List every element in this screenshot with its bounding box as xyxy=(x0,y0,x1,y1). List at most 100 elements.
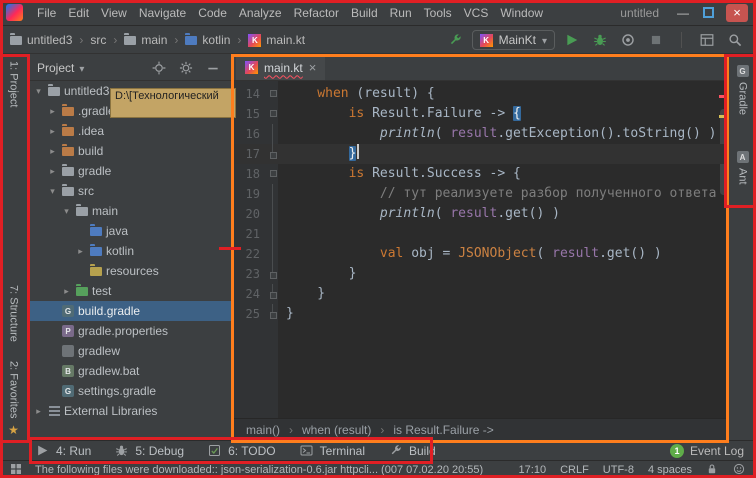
tool-window-button-ant[interactable]: AAnt xyxy=(729,151,756,185)
tree-item-resources[interactable]: resources xyxy=(29,261,232,281)
code-line-22[interactable]: 22val obj = JSONObject( result.get() ) xyxy=(234,244,728,264)
code-line-16[interactable]: 16println( result.getException().toStrin… xyxy=(234,124,728,144)
code-line-19[interactable]: 19// тут реализуете разбор полученного о… xyxy=(234,184,728,204)
code-text: } xyxy=(278,264,356,284)
gear-icon[interactable] xyxy=(175,57,197,79)
tree-item-build[interactable]: ▸build xyxy=(29,141,232,161)
tool-window-switcher-icon[interactable] xyxy=(10,463,23,476)
tree-arrow-icon[interactable]: ▸ xyxy=(47,166,58,177)
menu-run[interactable]: Run xyxy=(384,3,418,23)
breadcrumb-main-kt[interactable]: main.kt xyxy=(248,33,305,47)
tool-window-button-terminal[interactable]: Terminal xyxy=(300,444,365,458)
code-line-24[interactable]: 24} xyxy=(234,284,728,304)
tree-item-kotlin[interactable]: ▸kotlin xyxy=(29,241,232,261)
breadcrumb-main[interactable]: main xyxy=(124,33,167,47)
search-icon[interactable] xyxy=(724,29,746,51)
code-line-18[interactable]: 18is Result.Success -> { xyxy=(234,164,728,184)
tree-item-src[interactable]: ▾src xyxy=(29,181,232,201)
maximize-button[interactable] xyxy=(703,7,714,18)
editor-breadcrumb[interactable]: main() xyxy=(246,423,280,437)
breadcrumb-kotlin[interactable]: kotlin xyxy=(185,33,230,47)
tree-arrow-icon[interactable]: ▸ xyxy=(75,246,86,257)
caret-position-widget[interactable]: 17:10 xyxy=(519,464,547,476)
minimize-button[interactable]: — xyxy=(675,6,691,20)
tree-arrow-icon[interactable]: ▾ xyxy=(61,206,72,217)
tree-arrow-icon[interactable]: ▸ xyxy=(61,286,72,297)
tool-window-button-label: 4: Run xyxy=(56,444,91,458)
breadcrumb-untitled3[interactable]: untitled3 xyxy=(10,33,72,47)
tool-window-button-2-favorites[interactable]: 2: Favorites★ xyxy=(0,361,27,437)
menu-code[interactable]: Code xyxy=(192,3,233,23)
tool-window-button-7-structure[interactable]: 7: Structure xyxy=(0,285,27,342)
tree-item-gradle[interactable]: ▸gradle xyxy=(29,161,232,181)
indent-widget[interactable]: 4 spaces xyxy=(648,464,692,476)
menu-file[interactable]: File xyxy=(31,3,62,23)
code-editor[interactable]: 14when (result) {15is Result.Failure -> … xyxy=(234,81,728,418)
code-line-20[interactable]: 20println( result.get() ) xyxy=(234,204,728,224)
line-number: 18 xyxy=(234,164,266,184)
line-separator-widget[interactable]: CRLF xyxy=(560,464,589,476)
tool-window-button-5-debug[interactable]: 5: Debug xyxy=(115,444,184,458)
gradle-sync-icon[interactable] xyxy=(444,29,466,51)
select-opened-file-icon[interactable] xyxy=(148,57,170,79)
menu-navigate[interactable]: Navigate xyxy=(133,3,192,23)
editor-tab-main-kt[interactable]: main.kt xyxy=(236,55,325,80)
debug-button[interactable] xyxy=(589,29,611,51)
build-icon xyxy=(389,444,403,458)
event-log-button[interactable]: 1 Event Log xyxy=(670,444,744,458)
menu-view[interactable]: View xyxy=(95,3,133,23)
line-number: 19 xyxy=(234,184,266,204)
hide-panel-icon[interactable] xyxy=(202,57,224,79)
menu-window[interactable]: Window xyxy=(494,3,549,23)
window-layout-icon[interactable] xyxy=(696,29,718,51)
run-button[interactable] xyxy=(561,29,583,51)
menu-tools[interactable]: Tools xyxy=(418,3,458,23)
tree-arrow-icon[interactable]: ▸ xyxy=(47,106,58,117)
code-line-14[interactable]: 14when (result) { xyxy=(234,84,728,104)
editor-breadcrumb[interactable]: when (result) xyxy=(302,423,371,437)
tree-item-external-libraries[interactable]: ▸External Libraries xyxy=(29,401,232,421)
menu-build[interactable]: Build xyxy=(345,3,384,23)
tree-item-settings-gradle[interactable]: settings.gradle xyxy=(29,381,232,401)
tree-arrow-icon[interactable]: ▸ xyxy=(47,146,58,157)
stop-button[interactable] xyxy=(645,29,667,51)
run-with-coverage-button[interactable] xyxy=(617,29,639,51)
menu-refactor[interactable]: Refactor xyxy=(288,3,345,23)
close-button[interactable]: × xyxy=(726,4,748,22)
tool-window-button-gradle[interactable]: GGradle xyxy=(729,65,756,115)
editor-breadcrumb[interactable]: is Result.Failure -> xyxy=(393,423,493,437)
tree-item-idea[interactable]: ▸.idea xyxy=(29,121,232,141)
tree-item-main[interactable]: ▾main xyxy=(29,201,232,221)
tree-item-gradlew-bat[interactable]: gradlew.bat xyxy=(29,361,232,381)
code-line-17[interactable]: 17} xyxy=(234,144,728,164)
tool-window-button-1-project[interactable]: 1: Project xyxy=(0,61,27,107)
tool-window-button-6-todo[interactable]: 6: TODO xyxy=(208,444,276,458)
tree-item-java[interactable]: java xyxy=(29,221,232,241)
code-line-23[interactable]: 23} xyxy=(234,264,728,284)
tree-item-gradlew[interactable]: gradlew xyxy=(29,341,232,361)
tree-arrow-icon[interactable]: ▾ xyxy=(47,186,58,197)
tree-arrow-icon[interactable]: ▾ xyxy=(33,86,44,97)
menu-analyze[interactable]: Analyze xyxy=(233,3,288,23)
menu-edit[interactable]: Edit xyxy=(62,3,95,23)
breadcrumb-src[interactable]: src xyxy=(90,33,106,47)
tree-item-build-gradle[interactable]: build.gradle xyxy=(29,301,232,321)
tree-item-test[interactable]: ▸test xyxy=(29,281,232,301)
close-tab-icon[interactable] xyxy=(309,60,317,75)
tool-window-button-build[interactable]: Build xyxy=(389,444,436,458)
tree-item-gradle-properties[interactable]: gradle.properties xyxy=(29,321,232,341)
code-line-21[interactable]: 21 xyxy=(234,224,728,244)
inspection-profile-icon[interactable] xyxy=(733,463,746,476)
run-configuration-selector[interactable]: MainKt xyxy=(472,30,555,50)
project-view-title[interactable]: Project xyxy=(37,61,74,75)
code-line-25[interactable]: 25} xyxy=(234,304,728,324)
code-line-15[interactable]: 15is Result.Failure -> { xyxy=(234,104,728,124)
status-message[interactable]: The following files were downloaded:: js… xyxy=(35,464,483,476)
tree-arrow-icon[interactable]: ▸ xyxy=(47,126,58,137)
tool-window-button-4-run[interactable]: 4: Run xyxy=(36,444,91,458)
menu-vcs[interactable]: VCS xyxy=(458,3,495,23)
encoding-widget[interactable]: UTF-8 xyxy=(603,464,634,476)
tree-arrow-icon[interactable]: ▸ xyxy=(33,406,44,417)
project-panel-header: Project xyxy=(29,55,232,81)
lock-icon[interactable] xyxy=(706,463,719,476)
